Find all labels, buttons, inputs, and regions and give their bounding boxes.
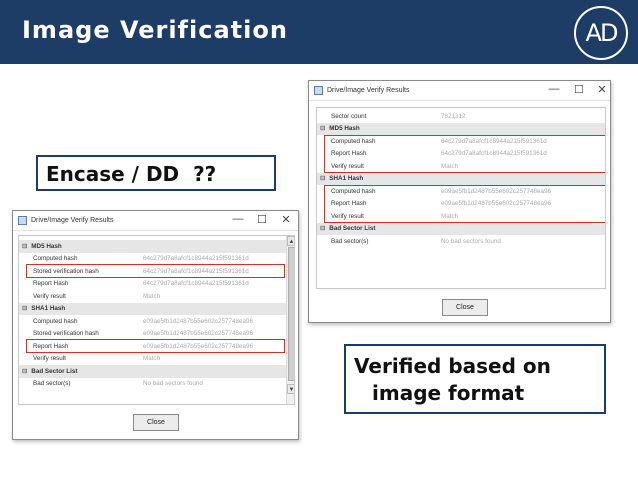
maximize-icon[interactable]: ☐: [572, 83, 586, 96]
property-row[interactable]: Verify result Match: [19, 353, 286, 366]
section-header[interactable]: SHA1 Hash: [317, 172, 605, 185]
property-row[interactable]: Bad sector(s) No bad sectors found: [19, 378, 286, 391]
property-value: e09ae5fb1d2487b55e602c257748ea96: [143, 317, 253, 325]
highlight-md5-stored-hash: [26, 264, 285, 278]
section-header[interactable]: MD5 Hash: [317, 122, 605, 135]
window-title: Drive/Image Verify Results: [327, 87, 410, 94]
scroll-down-icon[interactable]: ▼: [287, 384, 294, 394]
section-header[interactable]: Bad Sector List: [19, 365, 286, 378]
property-value: 7821312: [441, 112, 466, 120]
section-label: SHA1 Hash: [19, 305, 65, 312]
highlight-sha1-hashes: [324, 185, 605, 223]
property-value: e09ae5fb1d2487b55e602c257748ea96: [143, 330, 253, 338]
property-row[interactable]: Report Hash 64c279d7a8afcf1c8944a215f5913…: [19, 278, 286, 291]
right-window-titlebar[interactable]: Drive/Image Verify Results — ☐ ✕: [309, 81, 610, 101]
property-key: Computed hash: [33, 317, 78, 325]
property-value: 64c279d7a8afcf1c8944a215f591361d: [143, 280, 249, 288]
section-header[interactable]: Bad Sector List: [317, 222, 605, 235]
property-key: Computed hash: [33, 255, 78, 263]
app-icon: [18, 216, 27, 225]
slide-title: Image Verification: [22, 16, 288, 44]
callout-encase-dd: Encase / DD ??: [36, 155, 276, 191]
property-key: Bad sector(s): [33, 380, 71, 388]
callout-line-2: image format: [372, 381, 525, 405]
minimize-icon[interactable]: —: [547, 83, 561, 95]
property-value: Match: [143, 292, 161, 300]
close-icon[interactable]: ✕: [595, 83, 609, 96]
left-results-grid[interactable]: MD5 Hash Computed hash 64c279d7a8afcf1c894…: [18, 235, 295, 405]
app-icon: [314, 86, 323, 95]
property-value: 64c279d7a8afcf1c8944a215f591361d: [143, 255, 249, 263]
property-row[interactable]: Computed hash e09ae5fb1d2487b55e602c25774…: [19, 315, 286, 328]
highlight-sha1-stored-hash: [26, 339, 285, 353]
close-icon[interactable]: ✕: [279, 213, 293, 226]
left-verify-window: Drive/Image Verify Results — ☐ ✕ MD5 Has…: [12, 210, 299, 440]
close-button[interactable]: Close: [133, 414, 179, 431]
close-button[interactable]: Close: [442, 299, 488, 316]
right-verify-window: Drive/Image Verify Results — ☐ ✕ Sector …: [308, 80, 611, 323]
scroll-thumb[interactable]: [288, 247, 294, 381]
left-window-titlebar[interactable]: Drive/Image Verify Results — ☐ ✕: [13, 211, 298, 231]
highlight-md5-hashes: [324, 135, 605, 173]
section-label: SHA1 Hash: [317, 175, 363, 182]
section-label: Bad Sector List: [19, 368, 77, 375]
property-key: Verify result: [33, 355, 66, 363]
property-key: Stored verification hash: [33, 330, 99, 338]
property-row[interactable]: Verify result Match: [19, 290, 286, 303]
window-title: Drive/Image Verify Results: [31, 217, 114, 224]
property-value: Match: [143, 355, 161, 363]
slide-header: Image Verification AD: [0, 0, 638, 64]
section-header[interactable]: SHA1 Hash: [19, 302, 286, 315]
section-label: MD5 Hash: [19, 243, 61, 250]
section-label: MD5 Hash: [317, 125, 359, 132]
callout-verified-format: Verified based on image format: [344, 344, 606, 414]
right-results-grid[interactable]: Sector count7821312MD5 HashComputed hash…: [316, 107, 606, 289]
property-row[interactable]: Bad sector(s) No bad sectors found: [317, 235, 605, 248]
section-label: Bad Sector List: [317, 225, 375, 232]
property-value: No bad sectors found: [441, 237, 501, 245]
minimize-icon[interactable]: —: [231, 213, 245, 225]
scroll-up-icon[interactable]: ▲: [287, 236, 294, 246]
callout-line-1: Verified based on: [354, 354, 551, 378]
left-scrollbar[interactable]: ▲ ▼: [286, 236, 294, 404]
property-key: Sector count: [331, 112, 367, 120]
property-key: Bad sector(s): [331, 237, 369, 245]
property-key: Verify result: [33, 292, 66, 300]
property-key: Report Hash: [33, 280, 69, 288]
section-header[interactable]: MD5 Hash: [19, 240, 286, 253]
property-row[interactable]: Sector count 7821312: [317, 110, 605, 123]
property-value: No bad sectors found: [143, 380, 203, 388]
maximize-icon[interactable]: ☐: [255, 213, 269, 226]
ad-logo: AD: [574, 6, 628, 60]
